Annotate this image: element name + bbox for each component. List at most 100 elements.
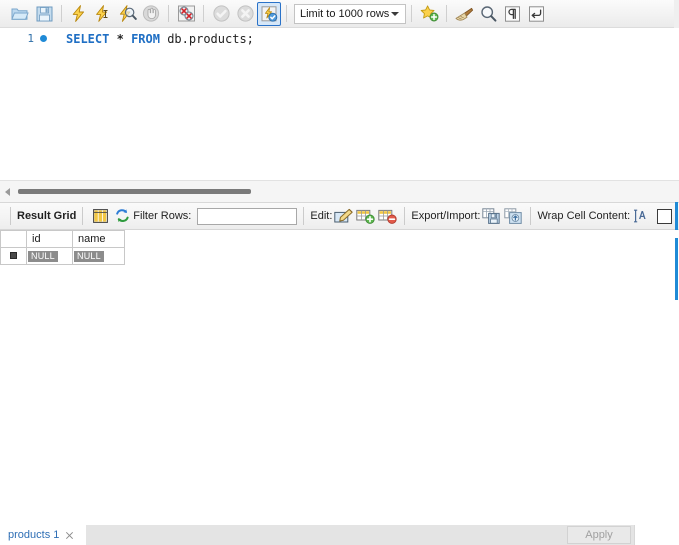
code-line-1[interactable]: SELECT * FROM db.products;	[66, 30, 254, 47]
edit-row-button[interactable]	[332, 205, 354, 227]
explain-statement-button[interactable]	[115, 2, 139, 26]
magnifier-icon	[480, 6, 496, 22]
wrap-cell-content-button[interactable]	[630, 205, 652, 227]
refresh-button[interactable]	[111, 205, 133, 227]
sql-operator-star: *	[116, 31, 124, 46]
filter-rows-input[interactable]	[197, 207, 298, 225]
toolbar-separator	[168, 5, 169, 22]
grid-view-button[interactable]	[89, 205, 111, 227]
result-grid[interactable]: id name NULL NULL	[0, 230, 674, 518]
export-recordset-button[interactable]	[480, 205, 502, 227]
editor-horizontal-scrollbar[interactable]	[0, 180, 679, 203]
stop-statement-button[interactable]	[139, 2, 163, 26]
delete-row-button[interactable]	[376, 205, 398, 227]
cell-name[interactable]: NULL	[72, 247, 125, 265]
toggle-stop-on-error-button[interactable]	[174, 2, 198, 26]
result-panel-accent-bar	[675, 238, 678, 300]
toggle-wrapping-button[interactable]	[524, 2, 548, 26]
toolbar-separator	[203, 5, 204, 22]
toggle-autocommit-button[interactable]	[257, 1, 281, 26]
commit-button[interactable]	[209, 2, 233, 26]
find-button[interactable]	[476, 2, 500, 26]
scrollbar-thumb[interactable]	[18, 189, 251, 194]
toolbar-separator	[286, 5, 287, 22]
null-badge: NULL	[74, 251, 104, 262]
row-limit-select[interactable]: Limit to 1000 rows	[294, 3, 406, 24]
gutter-row: 1	[0, 30, 54, 47]
table-row-add-icon	[356, 209, 375, 224]
import-recordset-button[interactable]	[502, 205, 524, 227]
rg-separator	[530, 207, 532, 225]
rollback-button[interactable]	[233, 2, 257, 26]
stop-on-error-icon	[177, 5, 195, 22]
autocommit-icon	[261, 5, 277, 22]
rg-separator	[10, 207, 11, 225]
open-sql-script-button[interactable]	[8, 2, 32, 26]
save-sql-script-button[interactable]	[32, 2, 56, 26]
result-grid-label: Result Grid	[17, 210, 77, 222]
row-header-new-row[interactable]	[0, 247, 27, 265]
rg-separator	[82, 207, 84, 225]
export-disk-icon	[482, 208, 501, 224]
toolbar-separator	[411, 5, 412, 22]
statement-marker-dot[interactable]	[40, 35, 47, 42]
folder-open-icon	[11, 8, 29, 20]
save-disk-icon	[36, 6, 52, 21]
commit-check-icon	[212, 5, 230, 22]
row-limit-value: Limit to 1000 rows	[300, 7, 390, 20]
toolbar-separator	[446, 5, 447, 22]
lightning-bolt-magnifier-icon	[119, 5, 137, 22]
result-grid-toolbar: Result Grid Filter Rows: Edit: Export/Im…	[0, 202, 679, 230]
null-badge: NULL	[28, 251, 58, 262]
refresh-icon	[115, 209, 129, 222]
sql-space-3	[160, 32, 167, 46]
beautify-query-button[interactable]	[452, 2, 476, 26]
pencil-edit-icon	[334, 208, 353, 223]
close-icon[interactable]	[65, 531, 74, 540]
scroll-left-arrow-icon[interactable]	[5, 188, 10, 196]
insert-row-button[interactable]	[354, 205, 376, 227]
execute-current-statement-button[interactable]	[91, 2, 115, 26]
sql-table-identifier: db.products;	[167, 31, 254, 46]
table-row-delete-icon	[378, 209, 397, 224]
execute-statement-button[interactable]	[67, 2, 91, 26]
sql-code-editor[interactable]: 1 SELECT * FROM db.products;	[0, 28, 679, 180]
rg-separator	[404, 207, 406, 225]
toolbar-right-filler	[674, 0, 679, 28]
lightning-bolt-cursor-icon	[96, 5, 108, 22]
table-header-row: id name	[0, 230, 125, 248]
wrap-text-icon	[634, 209, 646, 223]
apply-button-label: Apply	[585, 529, 613, 541]
row-header-corner[interactable]	[0, 230, 27, 248]
export-import-label: Export/Import:	[411, 210, 481, 222]
stop-hand-icon	[142, 5, 160, 22]
result-grid-table: id name NULL NULL	[0, 230, 125, 265]
line-number: 1	[27, 32, 34, 45]
mysql-workbench-sql-editor: Limit to 1000 rows 1 SELECT * FROM db.pr…	[0, 0, 679, 545]
grid-view-icon	[92, 209, 108, 223]
table-row[interactable]: NULL NULL	[0, 247, 125, 265]
sql-editor-toolbar: Limit to 1000 rows	[0, 0, 679, 28]
broom-icon	[455, 7, 474, 21]
filter-rows-label: Filter Rows:	[133, 210, 192, 222]
apply-button[interactable]: Apply	[567, 526, 631, 544]
star-plus-icon	[420, 5, 438, 22]
toggle-invisible-chars-button[interactable]	[500, 2, 524, 26]
column-header-name[interactable]: name	[72, 230, 125, 248]
save-snippet-button[interactable]	[417, 2, 441, 26]
chevron-down-icon	[391, 11, 399, 16]
bottom-right-filler	[634, 525, 679, 545]
sql-space-1	[109, 32, 116, 46]
pilcrow-icon	[504, 5, 520, 22]
column-header-id[interactable]: id	[26, 230, 73, 248]
result-tab-label: products 1	[8, 529, 60, 541]
cell-id[interactable]: NULL	[26, 247, 73, 265]
result-tab-products-1[interactable]: products 1	[0, 525, 86, 545]
import-upload-icon	[504, 208, 523, 224]
edit-label: Edit:	[310, 210, 333, 222]
rg-separator	[303, 207, 305, 225]
wrap-arrow-icon	[528, 5, 544, 22]
result-panel-accent-bar-top	[675, 202, 678, 230]
wrap-cell-content-checkbox[interactable]	[657, 208, 673, 224]
lightning-bolt-icon	[72, 5, 85, 22]
